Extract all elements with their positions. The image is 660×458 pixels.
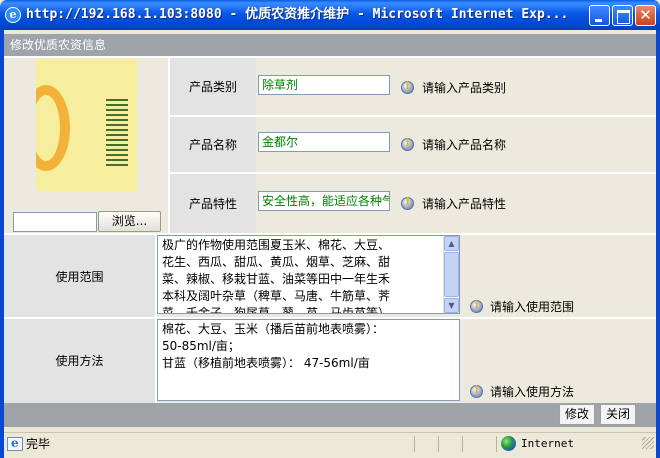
usage-text-line: 棉花、大豆、玉米（播后苗前地表喷雾）：	[162, 322, 385, 336]
ie-icon: e	[5, 7, 21, 23]
feature-hint: 请输入产品特性	[422, 197, 507, 211]
scope-text-line: 本科及阔叶杂草（稗草、马唐、牛筋草、荠	[162, 289, 391, 303]
feature-input[interactable]: 安全性高，能适应各种气	[258, 191, 390, 211]
name-label-cell: 产品名称	[170, 117, 256, 172]
scope-textarea[interactable]: 极广的作物使用范围夏玉米、棉花、大豆、 花生、西瓜、甜瓜、黄瓜、烟草、芝麻、甜 …	[157, 235, 460, 314]
scope-label: 使用范围	[55, 270, 104, 284]
usage-hint: 请输入使用方法	[490, 385, 575, 399]
divider	[414, 436, 415, 452]
name-label: 产品名称	[188, 138, 237, 152]
scope-text-line: 菜、千金子、狗尾草、蓼、苋、马齿苋等）	[162, 306, 391, 314]
image-file-input[interactable]	[13, 212, 97, 232]
maximize-button[interactable]	[612, 5, 633, 26]
scroll-up-icon[interactable]: ▲	[444, 236, 459, 251]
logo-ring-shape	[36, 85, 70, 171]
scope-label-cell: 使用范围	[4, 235, 155, 317]
browser-window: e http://192.168.1.103:8080 - 优质农资推介维护 -…	[0, 0, 660, 458]
usage-text-line: 甘蓝（移植前地表喷雾）： 47-56ml/亩	[162, 356, 370, 370]
feature-label: 产品特性	[188, 197, 237, 211]
divider	[462, 436, 463, 452]
info-icon	[470, 385, 483, 398]
product-image	[36, 59, 137, 191]
name-input[interactable]: 金都尔	[258, 132, 390, 152]
modify-button[interactable]: 修改	[559, 404, 595, 425]
divider	[438, 436, 439, 452]
browse-button[interactable]: 浏览...	[98, 211, 161, 232]
close-icon: ✕	[639, 6, 652, 24]
category-label: 产品类别	[188, 80, 237, 94]
close-button[interactable]: 关闭	[600, 404, 636, 425]
status-text: 完毕	[26, 437, 51, 451]
window-frame-right	[656, 30, 660, 458]
name-hint: 请输入产品名称	[422, 138, 507, 152]
info-icon	[470, 300, 483, 313]
category-input[interactable]: 除草剂	[258, 75, 390, 95]
usage-textarea[interactable]: 棉花、大豆、玉米（播后苗前地表喷雾）： 50-85ml/亩； 甘蓝（移植前地表喷…	[157, 319, 460, 401]
product-image-cell	[5, 58, 168, 233]
scope-scrollbar[interactable]: ▲ ▼	[443, 236, 459, 313]
scroll-down-icon[interactable]: ▼	[444, 298, 459, 313]
category-label-cell: 产品类别	[170, 58, 256, 115]
page-icon	[7, 436, 23, 451]
scope-text-line: 极广的作物使用范围夏玉米、棉花、大豆、	[162, 238, 391, 252]
category-hint: 请输入产品类别	[422, 81, 507, 95]
info-icon	[401, 197, 414, 210]
usage-text-line: 50-85ml/亩；	[162, 339, 240, 353]
scope-text-line: 花生、西瓜、甜瓜、黄瓜、烟草、芝麻、甜	[162, 255, 391, 269]
scope-text-line: 菜、辣椒、移栽甘蓝、油菜等田中一年生禾	[162, 272, 391, 286]
usage-label-cell: 使用方法	[4, 319, 155, 403]
scroll-thumb[interactable]	[444, 252, 459, 297]
title-bar[interactable]: e http://192.168.1.103:8080 - 优质农资推介维护 -…	[0, 0, 660, 30]
close-window-button[interactable]: ✕	[635, 5, 656, 26]
divider	[496, 436, 497, 452]
scope-hint: 请输入使用范围	[490, 300, 575, 314]
logo-text-graphic	[106, 99, 128, 167]
info-icon	[401, 81, 414, 94]
feature-label-cell: 产品特性	[170, 174, 256, 233]
page-title: 修改优质农资信息	[4, 34, 656, 56]
usage-label: 使用方法	[55, 354, 104, 368]
minimize-button[interactable]	[589, 5, 610, 26]
status-bar: 完毕 Internet	[4, 432, 656, 454]
info-icon	[401, 138, 414, 151]
security-zone: Internet	[521, 437, 574, 450]
resize-grip[interactable]	[642, 437, 654, 449]
internet-zone-icon	[501, 436, 516, 451]
window-title: http://192.168.1.103:8080 - 优质农资推介维护 - M…	[26, 7, 569, 22]
